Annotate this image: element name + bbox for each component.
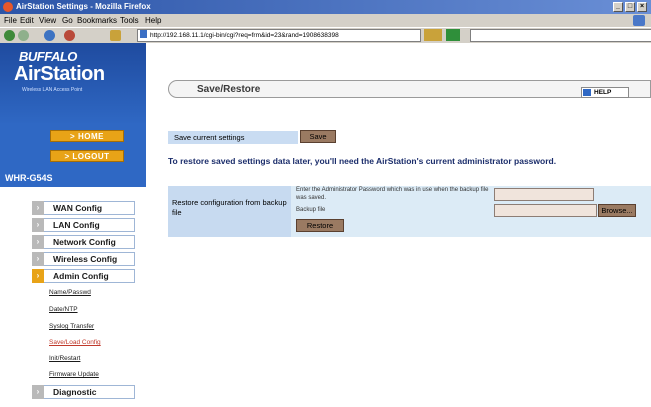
admin-password-field[interactable] [494,188,594,201]
submenu-firmware-update[interactable]: Firmware Update [49,371,99,378]
help-button[interactable]: HELP [581,87,629,98]
airstation-logo: BUFFALO AirStation Wireless LAN Access P… [0,43,146,125]
main-content: Save/Restore HELP Save current settings … [146,43,651,407]
model-name: WHR-G54S [5,173,53,183]
password-instruction: Enter the Administrator Password which w… [296,187,489,201]
search-engine-icon[interactable] [446,29,460,41]
close-icon[interactable]: × [637,2,647,12]
sidebar-item-wireless-config[interactable]: › Wireless Config [32,252,135,266]
window-title-bar: AirStation Settings - Mozilla Firefox _ … [0,0,651,14]
window-title: AirStation Settings - Mozilla Firefox [16,2,151,11]
page-viewport: BUFFALO AirStation Wireless LAN Access P… [0,43,651,407]
chevron-right-icon: › [32,252,44,266]
menu-bookmarks[interactable]: Bookmarks [77,16,117,25]
restore-label: Restore configuration from backup file [168,186,291,237]
menu-view[interactable]: View [39,16,56,25]
home-icon[interactable] [110,30,121,41]
brand-logo: BUFFALO [19,49,77,64]
product-tagline: Wireless LAN Access Point [22,87,83,93]
submenu-init-restart[interactable]: Init/Restart [49,355,80,362]
sidebar-item-lan-config[interactable]: › LAN Config [32,218,135,232]
back-icon[interactable] [4,30,15,41]
menu-tools[interactable]: Tools [120,16,139,25]
restore-panel: Restore configuration from backup file E… [168,186,651,237]
sidebar-item-diagnostic[interactable]: › Diagnostic [32,385,135,399]
stop-icon[interactable] [64,30,75,41]
menu-bar: File Edit View Go Bookmarks Tools Help [0,14,651,27]
navigation-toolbar: http://192.168.11.1/cgi-bin/cgi?req=frm&… [0,27,651,44]
home-arrow-icon: > [70,132,78,141]
sidebar-item-network-config[interactable]: › Network Config [32,235,135,249]
backup-file-label: Backup file [296,207,326,213]
page-icon [140,30,147,38]
chevron-right-icon: › [32,218,44,232]
sidebar: BUFFALO AirStation Wireless LAN Access P… [0,43,146,407]
chevron-right-icon: › [32,385,44,399]
chevron-right-icon: › [32,269,44,283]
submenu-date-ntp[interactable]: Date/NTP [49,306,78,313]
browse-button[interactable]: Browse... [598,204,636,217]
menu-edit[interactable]: Edit [20,16,34,25]
search-input[interactable] [470,29,651,42]
save-current-label: Save current settings [168,131,298,144]
window-controls: _ □ × [613,2,647,12]
throbber-icon [633,15,645,26]
help-icon [583,89,591,96]
logout-button[interactable]: > LOGOUT [50,150,124,162]
product-name: AirStation [14,63,105,85]
restore-button[interactable]: Restore [296,219,344,232]
menu-file[interactable]: File [4,16,17,25]
sidebar-item-admin-config[interactable]: › Admin Config [32,269,135,283]
password-notice: To restore saved settings data later, yo… [168,156,557,166]
save-button[interactable]: Save [300,130,336,143]
go-icon[interactable] [424,29,442,41]
url-text: http://192.168.11.1/cgi-bin/cgi?req=frm&… [150,32,339,39]
submenu-name-passwd[interactable]: Name/Passwd [49,289,91,296]
submenu-syslog-transfer[interactable]: Syslog Transfer [49,323,94,330]
maximize-icon[interactable]: □ [625,2,635,12]
page-header: Save/Restore [168,80,651,98]
address-bar[interactable]: http://192.168.11.1/cgi-bin/cgi?req=frm&… [137,29,421,42]
page-title: Save/Restore [197,84,261,95]
chevron-right-icon: › [32,235,44,249]
home-button[interactable]: > HOME [50,130,124,142]
firefox-icon [3,2,13,12]
minimize-icon[interactable]: _ [613,2,623,12]
sidebar-item-wan-config[interactable]: › WAN Config [32,201,135,215]
menu-go[interactable]: Go [62,16,73,25]
backup-file-field[interactable] [494,204,597,217]
submenu-save-load-config[interactable]: Save/Load Config [49,339,101,346]
menu-help[interactable]: Help [145,16,161,25]
forward-icon[interactable] [18,30,29,41]
reload-icon[interactable] [44,30,55,41]
chevron-right-icon: › [32,201,44,215]
